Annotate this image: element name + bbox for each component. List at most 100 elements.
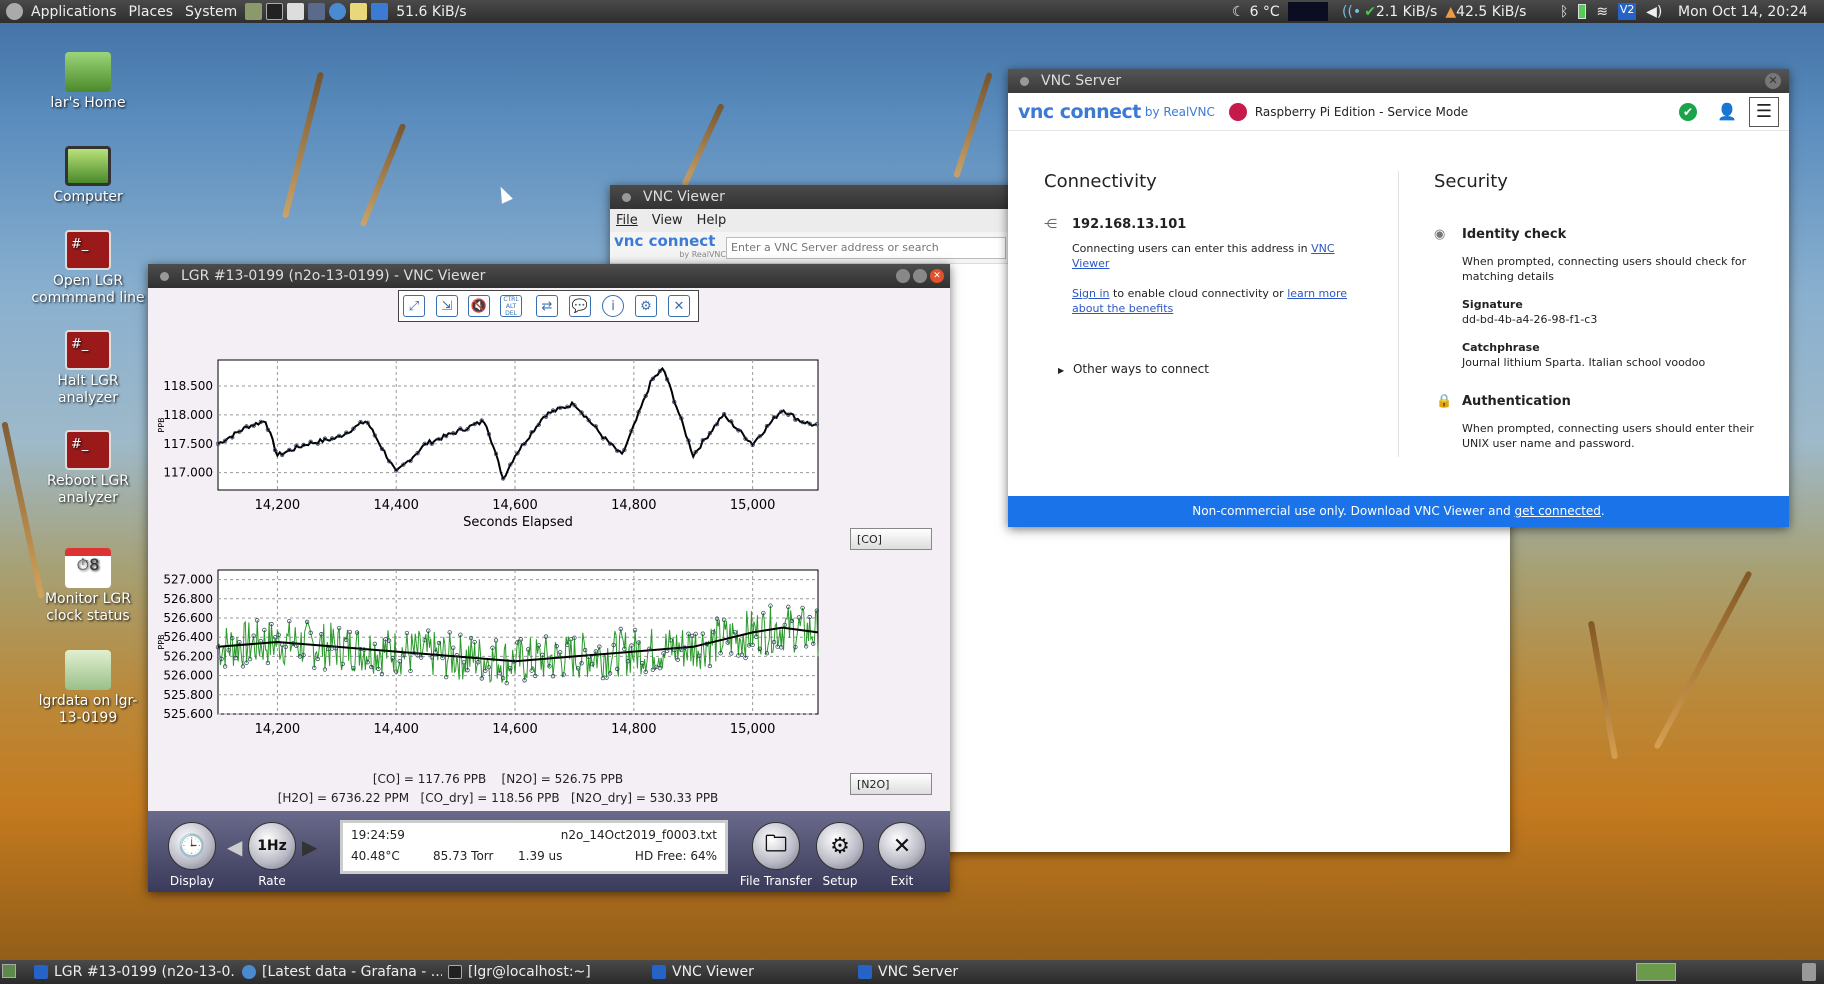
close-icon[interactable]: ✕ xyxy=(668,295,690,317)
moon-icon: ☾ xyxy=(1232,3,1245,20)
setup-gear-icon[interactable]: ⚙ xyxy=(816,822,864,870)
fullscreen-icon[interactable]: ⤢ xyxy=(403,295,425,317)
info-icon[interactable]: i xyxy=(602,295,624,317)
vnc-icon[interactable] xyxy=(371,3,389,20)
settings-icon[interactable]: ⚙ xyxy=(635,295,657,317)
y-tick-label: 118.000 xyxy=(163,408,213,422)
ip-address[interactable]: 192.168.13.101 xyxy=(1072,217,1186,232)
desktop-icon-label: Computer xyxy=(53,189,123,205)
y-tick-label: 117.000 xyxy=(163,466,213,480)
desktop-icon-reboot-lgr[interactable]: #_ Reboot LGR analyzer xyxy=(28,430,148,507)
file-transfer-icon[interactable]: 🗀 xyxy=(752,822,800,870)
distro-logo-icon[interactable] xyxy=(6,3,23,20)
calendar-clock-icon: ⏱8 xyxy=(65,548,111,588)
sign-in-hint: Sign in to enable cloud connectivity or … xyxy=(1072,287,1348,315)
trash-icon[interactable] xyxy=(1802,963,1816,981)
share-icon: ⋲ xyxy=(1044,217,1057,232)
close-icon[interactable]: ✕ xyxy=(930,269,944,283)
task-grafana[interactable]: [Latest data - Grafana - ... xyxy=(242,962,442,982)
vnc-icon xyxy=(858,965,872,979)
net-speed-label: 51.6 KiB/s xyxy=(396,3,467,20)
n2o-species-select[interactable]: [N2O] xyxy=(850,773,932,795)
desktop-icon-home[interactable]: lar's Home xyxy=(28,52,148,112)
mouse-cursor-icon xyxy=(495,184,513,204)
y-tick-label: 526.200 xyxy=(163,649,213,663)
applications-menu[interactable]: Applications xyxy=(25,4,123,20)
top-panel: Applications Places System 51.6 KiB/s xyxy=(0,0,1824,23)
weather-temp: 6 °C xyxy=(1249,3,1280,20)
terminal-icon[interactable] xyxy=(266,3,284,20)
vnc-connect-logo: vnc connect xyxy=(1018,100,1141,123)
ctrl-alt-del-icon[interactable]: CTRL ALT DEL xyxy=(500,295,522,317)
up-arrow-icon: ▲ xyxy=(1445,3,1457,20)
close-icon[interactable]: ✕ xyxy=(1765,73,1781,89)
hamburger-menu-icon[interactable]: ☰ xyxy=(1749,96,1779,127)
menu-file[interactable]: File xyxy=(616,213,638,228)
chat-icon[interactable]: 💬 xyxy=(569,295,591,317)
vnc-tray-icon[interactable]: V2 xyxy=(1618,3,1637,20)
desktop-icon-label: Halt LGR analyzer xyxy=(57,373,119,406)
desktop-icon-halt-lgr[interactable]: #_ Halt LGR analyzer xyxy=(28,330,148,407)
scale-icon[interactable]: ⇲ xyxy=(436,295,458,317)
task-vnc-server[interactable]: VNC Server xyxy=(858,962,1048,982)
battery-icon[interactable] xyxy=(1578,4,1587,19)
notes-icon[interactable] xyxy=(350,3,368,20)
network-folder-icon xyxy=(65,650,111,690)
eye-icon: ◉ xyxy=(1434,227,1446,242)
calculator-icon[interactable] xyxy=(308,3,326,20)
display-clock-icon[interactable]: 🕒 xyxy=(168,822,216,870)
network-applet[interactable]: ((• ✔ 2.1 KiB/s ▲ 42.5 KiB/s xyxy=(1342,0,1526,23)
exit-icon[interactable]: ✕ xyxy=(878,822,926,870)
window-menu-icon[interactable] xyxy=(622,192,631,202)
window-menu-icon[interactable] xyxy=(1020,76,1029,86)
window-menu-icon[interactable] xyxy=(160,271,169,281)
rate-right-arrow-icon[interactable]: ▶ xyxy=(302,835,317,859)
wifi-icon[interactable]: ≋ xyxy=(1596,4,1608,20)
volume-icon[interactable]: ◀) xyxy=(1646,4,1662,20)
other-ways-expander[interactable]: ▶ Other ways to connect xyxy=(1058,362,1209,376)
chromium-icon[interactable] xyxy=(329,3,347,20)
weather-applet[interactable]: ☾ 6 °C xyxy=(1232,0,1280,23)
catchphrase-label: Catchphrase xyxy=(1462,341,1540,354)
menu-help[interactable]: Help xyxy=(697,213,727,228)
places-menu[interactable]: Places xyxy=(123,4,180,20)
desktop-icon-monitor-clock[interactable]: ⏱8 Monitor LGR clock status xyxy=(28,548,148,625)
task-vnc-viewer[interactable]: VNC Viewer xyxy=(652,962,842,982)
server-search-input[interactable] xyxy=(726,236,1006,259)
minimize-icon[interactable] xyxy=(896,269,910,283)
transfer-icon[interactable]: ⇄ xyxy=(536,295,558,317)
clock[interactable]: Mon Oct 14, 20:24 xyxy=(1678,0,1808,23)
users-icon[interactable]: 👤 xyxy=(1717,102,1737,121)
mute-icon[interactable]: 🔇 xyxy=(468,295,490,317)
text-editor-icon[interactable] xyxy=(287,3,305,20)
bluetooth-icon[interactable]: ᛒ xyxy=(1560,4,1568,20)
catchphrase-value: Journal lithium Sparta. Italian school v… xyxy=(1462,356,1706,369)
rate-button[interactable]: 1Hz xyxy=(248,822,296,870)
co-species-select[interactable]: [CO] xyxy=(850,528,932,550)
task-lgr[interactable]: LGR #13-0199 (n2o-13-0... xyxy=(34,962,234,982)
maximize-icon[interactable] xyxy=(913,269,927,283)
workspace-switcher[interactable] xyxy=(1636,963,1676,981)
y-tick-label: 118.500 xyxy=(163,379,213,393)
system-menu[interactable]: System xyxy=(179,4,243,20)
show-desktop-icon[interactable] xyxy=(2,964,16,978)
desktop-icon-lgrdata[interactable]: lgrdata on lgr-13-0199 xyxy=(28,650,148,727)
home-folder-icon xyxy=(65,52,111,92)
rate-left-arrow-icon[interactable]: ◀ xyxy=(227,835,242,859)
lgr-titlebar[interactable]: LGR #13-0199 (n2o-13-0199) - VNC Viewer … xyxy=(148,264,950,288)
y-tick-label: 526.400 xyxy=(163,630,213,644)
menu-view[interactable]: View xyxy=(652,213,683,228)
wifi-signal-icon: ((• xyxy=(1342,3,1362,20)
desktop-icon-computer[interactable]: Computer xyxy=(28,146,148,206)
task-terminal[interactable]: [lgr@localhost:~] xyxy=(448,962,638,982)
sign-in-link[interactable]: Sign in xyxy=(1072,287,1110,300)
file-manager-icon[interactable] xyxy=(245,3,263,20)
authentication-text: When prompted, connecting users should e… xyxy=(1462,422,1754,450)
get-connected-link[interactable]: get connected xyxy=(1515,504,1601,518)
desktop-icon-open-lgr[interactable]: #_ Open LGR commmand line xyxy=(28,230,148,307)
status-file: n2o_14Oct2019_f0003.txt xyxy=(560,828,717,842)
identity-check-heading: Identity check xyxy=(1462,227,1567,242)
system-monitor-graph[interactable] xyxy=(1288,0,1328,23)
signature-label: Signature xyxy=(1462,298,1523,311)
vnc-server-titlebar[interactable]: VNC Server ✕ xyxy=(1008,69,1789,93)
